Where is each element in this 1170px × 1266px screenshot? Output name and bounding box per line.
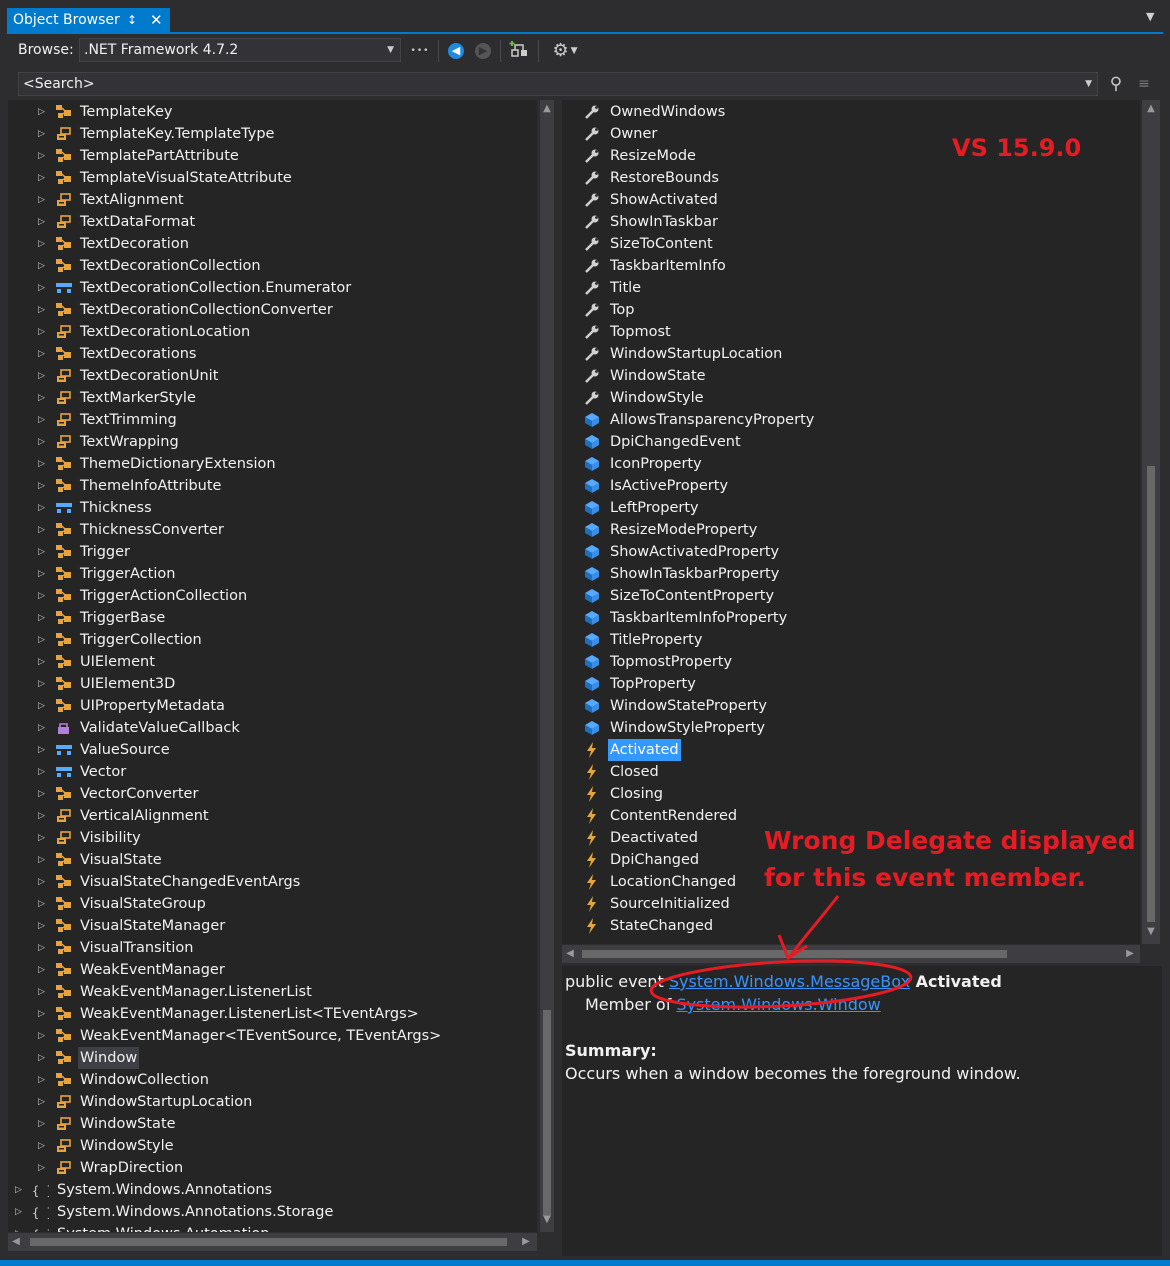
annotation-markup	[649, 895, 913, 1009]
annotation-arrow	[788, 895, 840, 957]
annotation-circle	[649, 959, 913, 1009]
status-bar	[0, 1260, 1170, 1266]
